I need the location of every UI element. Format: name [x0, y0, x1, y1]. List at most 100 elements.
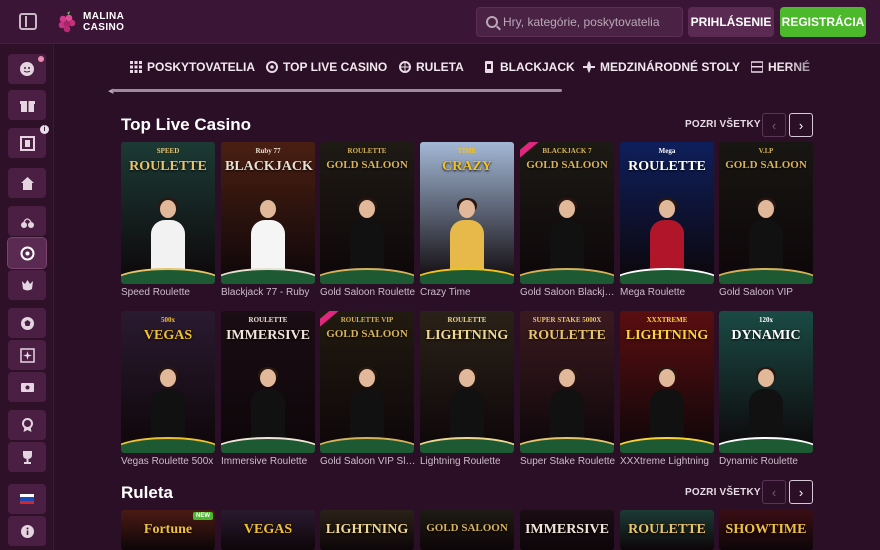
- see-all-top-live-link[interactable]: POZRI VŠETKY: [685, 119, 761, 130]
- game-card[interactable]: SHOWTIME: [719, 510, 813, 550]
- sidebar-promo-button[interactable]: [8, 270, 46, 300]
- game-thumbnail[interactable]: IMMERSIVE: [520, 510, 614, 550]
- game-card[interactable]: ROULETTE LIGHTNING Lightning Roulette: [420, 311, 514, 467]
- game-card[interactable]: BLACKJACK 7 GOLD SALOON Gold Saloon Blackj…: [520, 142, 620, 298]
- category-roulette[interactable]: RULETA: [399, 59, 464, 75]
- game-title[interactable]: Super Stake Roulette: [520, 456, 620, 467]
- game-title[interactable]: Vegas Roulette 500x: [121, 456, 221, 467]
- category-top-live[interactable]: TOP LIVE CASINO: [266, 59, 387, 75]
- sidebar-gift-button[interactable]: [8, 90, 46, 120]
- sidebar-sports-button[interactable]: [8, 308, 46, 338]
- sidebar-language-button[interactable]: [8, 484, 46, 514]
- game-logo-sub: ROULETTE: [447, 316, 487, 324]
- game-thumbnail[interactable]: SHOWTIME: [719, 510, 813, 550]
- game-card[interactable]: 500x VEGAS Vegas Roulette 500x: [121, 311, 215, 467]
- game-card[interactable]: 120x DYNAMIC Dynamic Roulette: [719, 311, 813, 467]
- see-all-ruleta-link[interactable]: POZRI VŠETKY: [685, 487, 761, 498]
- game-card[interactable]: XXXTREME LIGHTNING XXXtreme Lightning: [620, 311, 714, 467]
- game-card[interactable]: Fortune NEW: [121, 510, 215, 550]
- game-thumbnail[interactable]: 120x DYNAMIC: [719, 311, 813, 453]
- game-logo-sub: SPEED: [156, 147, 180, 155]
- game-card[interactable]: GOLD SALOON: [420, 510, 514, 550]
- game-thumbnail[interactable]: GOLD SALOON: [420, 510, 514, 550]
- game-thumbnail[interactable]: XXXTREME LIGHTNING: [620, 311, 714, 453]
- sidebar-tickets-button[interactable]: [8, 372, 46, 402]
- sidebar-film-button[interactable]: i: [8, 125, 49, 158]
- game-title[interactable]: Speed Roulette: [121, 287, 221, 298]
- game-title[interactable]: Mega Roulette: [620, 287, 720, 298]
- game-card[interactable]: VEGAS: [221, 510, 315, 550]
- info-icon: i: [40, 125, 49, 134]
- game-logo: SHOWTIME: [725, 522, 807, 537]
- game-thumbnail[interactable]: ROULETTE GOLD SALOON: [320, 142, 414, 284]
- game-title[interactable]: Gold Saloon VIP: [719, 287, 819, 298]
- game-card[interactable]: ROULETTE GOLD SALOON Gold Saloon Roulette: [320, 142, 415, 298]
- search-box[interactable]: [476, 7, 683, 37]
- game-title[interactable]: Immersive Roulette: [221, 456, 321, 467]
- game-thumbnail[interactable]: LIGHTNING: [320, 510, 414, 550]
- game-thumbnail[interactable]: SPEED ROULETTE: [121, 142, 215, 284]
- register-button[interactable]: REGISTRÁCIA: [780, 7, 866, 37]
- search-input[interactable]: [503, 13, 678, 31]
- game-card[interactable]: ROULETTE: [620, 510, 714, 550]
- game-thumbnail[interactable]: ROULETTE VIP GOLD SALOON: [320, 311, 414, 453]
- game-thumbnail[interactable]: Ruby 77 BLACKJACK: [221, 142, 315, 284]
- game-logo-sub: 500x: [161, 316, 175, 324]
- game-logo: BLACKJACK: [225, 159, 313, 174]
- game-card[interactable]: ROULETTE IMMERSIVE Immersive Roulette: [221, 311, 315, 467]
- sidebar-tournaments-button[interactable]: [8, 442, 46, 472]
- game-title[interactable]: Crazy Time: [420, 287, 520, 298]
- game-card[interactable]: SPEED ROULETTE Speed Roulette: [121, 142, 215, 298]
- login-button[interactable]: PRIHLÁSENIE: [688, 7, 774, 37]
- category-international[interactable]: MEDZINÁRODNÉ STOLY: [583, 59, 740, 75]
- game-thumbnail[interactable]: TIME CRAZY: [420, 142, 514, 284]
- game-thumbnail[interactable]: VEGAS: [221, 510, 315, 550]
- game-thumbnail[interactable]: ROULETTE IMMERSIVE: [221, 311, 315, 453]
- dealer-head: [559, 200, 575, 218]
- sidebar-help-button[interactable]: [8, 516, 46, 546]
- game-thumbnail[interactable]: ROULETTE: [620, 510, 714, 550]
- category-blackjack[interactable]: BLACKJACK: [483, 59, 575, 75]
- category-scrollbar[interactable]: [112, 89, 562, 92]
- game-thumbnail[interactable]: BLACKJACK 7 GOLD SALOON: [520, 142, 614, 284]
- game-title[interactable]: XXXtreme Lightning: [620, 456, 720, 467]
- sidebar-rewards-button[interactable]: [8, 410, 46, 440]
- game-title[interactable]: Gold Saloon VIP Slavic: [320, 456, 420, 467]
- game-thumbnail[interactable]: 500x VEGAS: [121, 311, 215, 453]
- game-card[interactable]: TIME CRAZY Crazy Time: [420, 142, 514, 298]
- game-card[interactable]: V.I.P GOLD SALOON Gold Saloon VIP: [719, 142, 813, 298]
- game-thumbnail[interactable]: Fortune NEW: [121, 510, 215, 550]
- game-thumbnail[interactable]: V.I.P GOLD SALOON: [719, 142, 813, 284]
- next-arrow-button[interactable]: ›: [789, 113, 813, 137]
- game-thumbnail[interactable]: ROULETTE LIGHTNING: [420, 311, 514, 453]
- game-title[interactable]: Gold Saloon Roulette: [320, 287, 420, 298]
- sidebar-live-casino-button[interactable]: [7, 237, 47, 269]
- sidebar-slots-button[interactable]: [8, 206, 46, 236]
- game-card[interactable]: Ruby 77 BLACKJACK Blackjack 77 - Ruby: [221, 142, 315, 298]
- next-arrow-button[interactable]: ›: [789, 480, 813, 504]
- game-card[interactable]: LIGHTNING: [320, 510, 414, 550]
- game-title[interactable]: Gold Saloon Blackjack 7: [520, 287, 620, 298]
- sidebar-virtual-button[interactable]: [8, 340, 46, 370]
- home-icon: [20, 176, 34, 190]
- game-logo-sub: BLACKJACK 7: [542, 147, 592, 155]
- prev-arrow-button[interactable]: ‹: [762, 480, 786, 504]
- game-card[interactable]: SUPER STAKE 5000X ROULETTE Super Stake Rou…: [520, 311, 615, 467]
- sidebar-home-button[interactable]: [8, 168, 46, 198]
- category-providers[interactable]: POSKYTOVATELIA: [130, 59, 255, 75]
- gift-icon: [19, 100, 35, 112]
- game-title[interactable]: Lightning Roulette: [420, 456, 520, 467]
- game-card[interactable]: ROULETTE VIP GOLD SALOON Gold Saloon VIP S…: [320, 311, 420, 467]
- sidebar-toggle-icon[interactable]: [19, 13, 37, 30]
- prev-arrow-button[interactable]: ‹: [762, 113, 786, 137]
- game-title[interactable]: Blackjack 77 - Ruby: [221, 287, 321, 298]
- category-label: BLACKJACK: [500, 60, 575, 74]
- game-card[interactable]: Mega ROULETTE Mega Roulette: [620, 142, 714, 298]
- brand-logo[interactable]: MALINA CASINO: [57, 10, 137, 36]
- table-graphic: [320, 437, 414, 453]
- game-thumbnail[interactable]: Mega ROULETTE: [620, 142, 714, 284]
- sidebar-avatar-button[interactable]: [8, 54, 46, 84]
- game-card[interactable]: IMMERSIVE: [520, 510, 614, 550]
- game-thumbnail[interactable]: SUPER STAKE 5000X ROULETTE: [520, 311, 614, 453]
- game-title[interactable]: Dynamic Roulette: [719, 456, 819, 467]
